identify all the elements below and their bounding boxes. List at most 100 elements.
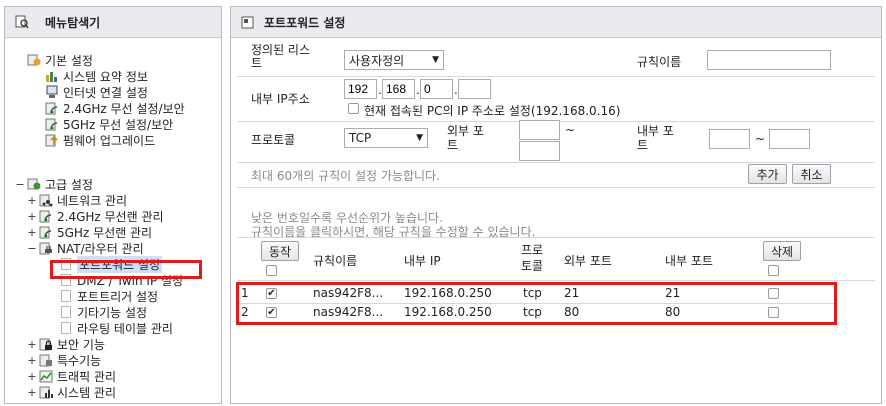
- ip-octet-1-input[interactable]: [344, 79, 377, 99]
- wireless-icon: [45, 118, 58, 131]
- document-icon: [61, 306, 71, 318]
- select-all-enabled-checkbox[interactable]: [266, 265, 277, 276]
- tree-wireless-5-management[interactable]: + 5GHz 무선랜 관리: [27, 224, 152, 240]
- column-header-internal-port: 내부 포트: [665, 254, 713, 268]
- menu-explorer-title: 메뉴탐색기: [45, 15, 101, 30]
- delete-button[interactable]: 삭제: [763, 241, 801, 261]
- expand-toggle[interactable]: +: [27, 226, 37, 239]
- tree-advanced-settings[interactable]: − 고급 설정: [15, 176, 93, 192]
- expand-toggle[interactable]: +: [27, 210, 37, 223]
- internal-ip-label: 내부 IP주소: [251, 92, 310, 106]
- tree-item-label: 네트워크 관리: [57, 193, 128, 208]
- ip-octet-2-input[interactable]: [382, 79, 415, 99]
- expand-toggle[interactable]: +: [27, 338, 37, 351]
- predefined-list-select[interactable]: 사용자정의 ▼: [344, 50, 444, 70]
- expand-toggle[interactable]: +: [27, 386, 37, 399]
- protocol-label: 프로토콜: [251, 133, 296, 147]
- protocol-select[interactable]: TCP ▼: [344, 128, 428, 148]
- collapse-toggle[interactable]: −: [15, 178, 25, 191]
- magnifier-list-icon: [15, 15, 29, 29]
- tree-item-wireless-24-security[interactable]: 2.4GHz 무선 설정/보안: [45, 100, 185, 116]
- ip-octet-3-input[interactable]: [420, 79, 453, 99]
- tree-item-label: 라우팅 테이블 관리: [77, 321, 173, 336]
- tree-basic-settings[interactable]: 기본 설정: [27, 52, 93, 68]
- document-icon: [61, 290, 71, 302]
- menu-explorer-header: 메뉴탐색기: [5, 7, 221, 38]
- tree-item-system-summary[interactable]: 시스템 요약 정보: [45, 68, 148, 84]
- external-port-label: 외부 포트: [447, 124, 484, 152]
- tree-item-label: 인터넷 연결 설정: [63, 85, 148, 100]
- tree-item-internet-setup[interactable]: 인터넷 연결 설정: [45, 84, 148, 100]
- tree-item-label: 특수기능: [57, 353, 102, 368]
- document-icon: [61, 322, 71, 334]
- expand-toggle[interactable]: +: [27, 194, 37, 207]
- bar-chart-icon: [39, 386, 53, 399]
- tree-item-label: 트래픽 관리: [57, 369, 117, 384]
- special-function-icon: [39, 354, 52, 367]
- lock-icon: [39, 338, 52, 351]
- rule-name-input[interactable]: [707, 50, 831, 70]
- collapse-toggle[interactable]: −: [27, 242, 37, 255]
- menu-explorer-panel: 메뉴탐색기 기본 설정 시스템 요약 정보 인터넷 연결 설정 2.4GHz 무…: [4, 6, 222, 404]
- tree-item-firmware-upgrade[interactable]: 펌웨어 업그레이드: [45, 132, 155, 148]
- network-icon: [39, 194, 53, 207]
- expand-toggle[interactable]: +: [27, 354, 37, 367]
- internal-port-label: 내부 포트: [637, 124, 674, 152]
- range-tilde: ~: [565, 123, 576, 137]
- use-current-ip-checkbox[interactable]: [348, 103, 359, 114]
- tree-traffic-management[interactable]: + 트래픽 관리: [27, 368, 116, 384]
- internal-port-end-input[interactable]: [769, 129, 810, 149]
- tree-item-label: 시스템 요약 정보: [63, 69, 148, 84]
- tree-wireless-24-management[interactable]: + 2.4GHz 무선랜 관리: [27, 208, 164, 224]
- tree-item-misc-functions[interactable]: 기타기능 설정: [61, 304, 147, 320]
- tree-security-functions[interactable]: + 보안 기능: [27, 336, 105, 352]
- tree-special-functions[interactable]: + 특수기능: [27, 352, 101, 368]
- tree-item-port-trigger[interactable]: 포트트리거 설정: [61, 288, 158, 304]
- tree-item-label: 5GHz 무선 설정/보안: [63, 117, 174, 132]
- rule-limit-note: 최대 60개의 규칙이 설정 가능합니다.: [251, 169, 440, 183]
- port-forward-header: 포트포워드 설정: [231, 7, 881, 38]
- folder-settings-icon: [27, 54, 41, 66]
- divider: [237, 162, 875, 163]
- divider: [237, 280, 875, 281]
- firmware-icon: [45, 134, 58, 147]
- external-port-start-input[interactable]: [519, 120, 560, 140]
- action-button[interactable]: 동작: [261, 241, 299, 261]
- column-header-protocol: 프로토콜: [520, 243, 544, 273]
- tree-item-label: NAT/라우터 관리: [57, 241, 144, 256]
- ip-octet-4-input[interactable]: [458, 79, 491, 99]
- tree-network-management[interactable]: + 네트워크 관리: [27, 192, 127, 208]
- tree-advanced-settings-label: 고급 설정: [45, 177, 93, 192]
- tree-nat-router-management[interactable]: − NAT/라우터 관리: [27, 240, 144, 256]
- column-header-rule-name: 규칙이름: [313, 254, 358, 268]
- tree-item-label: 기타기능 설정: [77, 305, 148, 320]
- cancel-button[interactable]: 취소: [792, 164, 831, 184]
- divider: [237, 187, 875, 188]
- use-current-ip-label: 현재 접속된 PC의 IP 주소로 설정(192.168.0.16): [364, 104, 621, 118]
- tree-system-management[interactable]: + 시스템 관리: [27, 384, 116, 400]
- page-title: 포트포워드 설정: [264, 15, 346, 30]
- port-forward-panel: 포트포워드 설정 정의된 리스트 사용자정의 ▼ 규칙이름 내부 IP주소 . …: [230, 6, 882, 404]
- predefined-list-label: 정의된 리스트: [251, 43, 311, 70]
- wireless-icon: [45, 102, 58, 115]
- internal-port-start-input[interactable]: [709, 129, 750, 149]
- select-all-delete-checkbox[interactable]: [768, 265, 779, 276]
- dropdown-arrow-icon: ▼: [432, 55, 439, 65]
- tree-item-wireless-5-security[interactable]: 5GHz 무선 설정/보안: [45, 116, 173, 132]
- wireless-icon: [39, 226, 52, 239]
- column-header-internal-ip: 내부 IP: [404, 254, 441, 268]
- tree-item-label: 보안 기능: [57, 337, 105, 352]
- tree-item-label: 5GHz 무선랜 관리: [57, 225, 153, 240]
- wireless-icon: [39, 210, 52, 223]
- tree-item-label: 2.4GHz 무선 설정/보안: [63, 101, 185, 116]
- folder-settings-icon: [27, 178, 41, 190]
- tree-item-label: 시스템 관리: [57, 385, 117, 400]
- add-button[interactable]: 추가: [748, 164, 787, 184]
- protocol-value: TCP: [349, 131, 372, 145]
- tree-item-routing-table[interactable]: 라우팅 테이블 관리: [61, 320, 173, 336]
- tree-item-label: 2.4GHz 무선랜 관리: [57, 209, 164, 224]
- tree-item-label: 펌웨어 업그레이드: [63, 133, 156, 148]
- expand-toggle[interactable]: +: [27, 370, 37, 383]
- column-header-external-port: 외부 포트: [564, 254, 612, 268]
- external-port-end-input[interactable]: [519, 141, 560, 161]
